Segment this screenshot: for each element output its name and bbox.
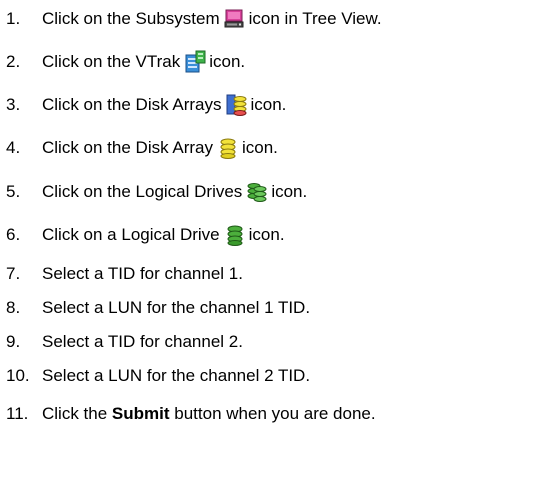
step-1: 1. Click on the Subsystem icon in Tree V… [0,3,382,35]
submit-label: Submit [111,404,170,423]
step-number: 7. [6,264,21,283]
step-text: Click the [42,404,108,423]
step-5: 5. Click on the Logical Drives icon. [0,176,307,208]
step-text-suffix: icon in Tree View. [248,9,382,28]
step-text-suffix: icon. [250,95,287,114]
step-4: 4. Click on the Disk Array icon. [0,132,278,164]
step-text: Select a TID for channel 1. [42,264,243,283]
step-number: 10. [6,366,30,385]
step-2: 2. Click on the VTrak icon. [0,46,245,78]
step-number: 11. [6,404,29,423]
step-11: 11. Click the Submit button when you are… [0,398,376,430]
step-text-suffix: icon. [242,138,278,157]
step-text-suffix: icon. [248,225,285,244]
step-number: 6. [6,225,21,244]
step-3: 3. Click on the Disk Arrays icon. [0,89,286,121]
step-text: Select a LUN for the channel 1 TID. [42,298,311,317]
logical-drive-icon [223,223,247,247]
step-text: Select a TID for channel 2. [42,332,243,351]
step-10: 10. Select a LUN for the channel 2 TID. [0,360,310,392]
subsystem-icon [223,7,247,31]
step-text: Click on the Subsystem [42,9,220,28]
logical-drives-icon [245,180,269,204]
step-text: Click on the Disk Arrays [42,95,222,114]
step-text-suffix: icon. [271,182,308,201]
step-number: 9. [6,332,21,351]
step-8: 8. Select a LUN for the channel 1 TID. [0,292,310,324]
step-text: Click on the VTrak [42,52,181,71]
step-text: Click on a Logical Drive [42,225,220,244]
vtrak-icon [183,50,207,74]
step-number: 2. [6,52,21,71]
step-text-suffix: icon. [209,52,246,71]
disk-array-icon [216,136,240,160]
step-7: 7. Select a TID for channel 1. [0,258,243,290]
step-number: 8. [6,298,21,317]
disk-arrays-icon [225,93,249,117]
step-text: Select a LUN for the channel 2 TID. [42,366,311,385]
step-text: Click on the Logical Drives [42,182,243,201]
step-number: 4. [6,138,21,157]
step-text-suffix: button when you are done. [174,404,376,423]
step-text: Click on the Disk Array [42,138,213,157]
step-number: 3. [6,95,21,114]
step-number: 1. [6,9,21,28]
step-number: 5. [6,182,21,201]
step-9: 9. Select a TID for channel 2. [0,326,243,358]
step-6: 6. Click on a Logical Drive icon. [0,219,285,251]
